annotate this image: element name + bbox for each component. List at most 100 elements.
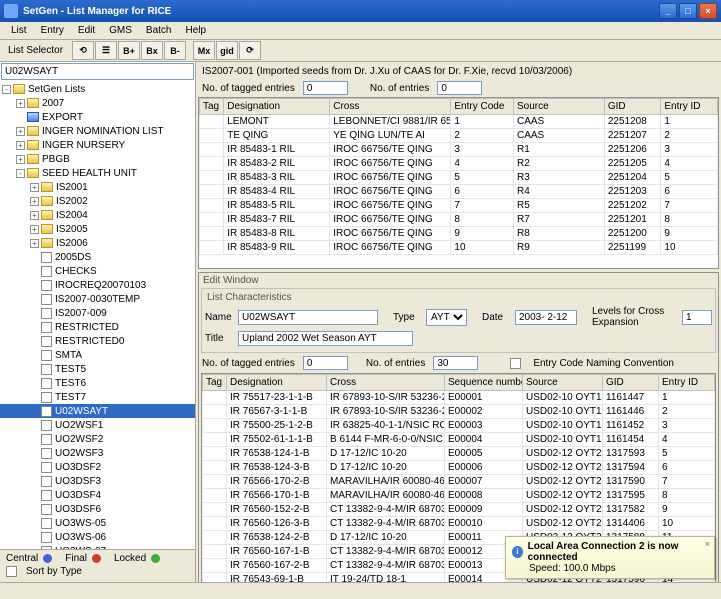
tree-node[interactable]: IS2007-009	[0, 306, 195, 320]
tree-node[interactable]: UO2WSF1	[0, 418, 195, 432]
tree-node[interactable]: UO3WS-06	[0, 530, 195, 544]
tree-node[interactable]: UO3DSF4	[0, 488, 195, 502]
table-row[interactable]: IR 75517-23-1-1-BIR 67893-10-S/IR 53236-…	[203, 391, 715, 405]
table-row[interactable]: IR 76538-124-3-BD 17-12/IC 10-20E00006US…	[203, 461, 715, 475]
toolbar-btn-0[interactable]: ⟲	[72, 41, 94, 60]
minimize-button[interactable]: _	[659, 3, 677, 19]
tree-node[interactable]: -SetGen Lists	[0, 82, 195, 96]
tree-node[interactable]: U02WSAYT	[0, 404, 195, 418]
table-row[interactable]: IR 85483-2 RILIROC 66756/TE QING4R222512…	[200, 157, 718, 171]
tree-node[interactable]: +IS2004	[0, 208, 195, 222]
expand-icon[interactable]: +	[16, 141, 25, 150]
sort-checkbox[interactable]	[6, 566, 17, 577]
table-row[interactable]: IR 85483-8 RILIROC 66756/TE QING9R822512…	[200, 227, 718, 241]
tree-node[interactable]: TEST5	[0, 362, 195, 376]
tree-node[interactable]: 2005DS	[0, 250, 195, 264]
tree-node[interactable]: +PBGB	[0, 152, 195, 166]
top-grid[interactable]: TagDesignationCrossEntry CodeSourceGIDEn…	[198, 97, 719, 269]
expand-icon[interactable]: +	[30, 239, 39, 248]
table-row[interactable]: IR 76567-3-1-1-BIR 67893-10-S/IR 53236-2…	[203, 405, 715, 419]
tree-node[interactable]: UO3DSF6	[0, 502, 195, 516]
table-row[interactable]: IR 85483-7 RILIROC 66756/TE QING8R722512…	[200, 213, 718, 227]
col-header[interactable]: Designation	[227, 375, 327, 391]
tree-node[interactable]: CHECKS	[0, 264, 195, 278]
menu-batch[interactable]: Batch	[139, 23, 179, 38]
tagged-count-input[interactable]	[303, 81, 348, 95]
type-select[interactable]: AYT	[426, 309, 467, 326]
tree-node[interactable]: +IS2005	[0, 222, 195, 236]
tree-node[interactable]: +IS2001	[0, 180, 195, 194]
col-header[interactable]: Cross	[327, 375, 445, 391]
tree-node[interactable]: -SEED HEALTH UNIT	[0, 166, 195, 180]
expand-icon[interactable]: +	[16, 155, 25, 164]
expand-icon[interactable]: -	[16, 169, 25, 178]
tree-node[interactable]: UO3WS-05	[0, 516, 195, 530]
table-row[interactable]: IR 85483-5 RILIROC 66756/TE QING7R522512…	[200, 199, 718, 213]
table-row[interactable]: IR 85483-3 RILIROC 66756/TE QING5R322512…	[200, 171, 718, 185]
tree-node[interactable]: EXPORT	[0, 110, 195, 124]
tree-node[interactable]: +2007	[0, 96, 195, 110]
selector-input[interactable]: U02WSAYT	[1, 63, 194, 80]
menu-gms[interactable]: GMS	[102, 23, 139, 38]
network-toast[interactable]: × iLocal Area Connection 2 is now connec…	[505, 536, 715, 579]
tree-node[interactable]: IROCREQ20070103	[0, 278, 195, 292]
levels-input[interactable]	[682, 310, 712, 325]
table-row[interactable]: IR 76566-170-1-BMARAVILHA/IR 60080-46 AE…	[203, 489, 715, 503]
tree-node[interactable]: TEST6	[0, 376, 195, 390]
col-header[interactable]: Tag	[200, 99, 224, 115]
col-header[interactable]: GID	[603, 375, 659, 391]
tree-node[interactable]: +IS2006	[0, 236, 195, 250]
toolbar-btn-8[interactable]: ⟳	[239, 41, 261, 60]
col-header[interactable]: Cross	[330, 99, 451, 115]
table-row[interactable]: IR 76560-126-3-BCT 13382-9-4-M/IR 68703-…	[203, 517, 715, 531]
tree-node[interactable]: +IS2002	[0, 194, 195, 208]
toolbar-btn-3[interactable]: Bx	[141, 41, 163, 60]
tree-node[interactable]: SMTA	[0, 348, 195, 362]
title-input[interactable]	[238, 331, 413, 346]
entries-count-input[interactable]	[437, 81, 482, 95]
tree-node[interactable]: UO3DSF2	[0, 460, 195, 474]
expand-icon[interactable]: +	[16, 127, 25, 136]
menu-list[interactable]: List	[4, 23, 34, 38]
table-row[interactable]: IR 85483-9 RILIROC 66756/TE QING10R92251…	[200, 241, 718, 255]
expand-icon[interactable]: +	[16, 99, 25, 108]
table-row[interactable]: IR 85483-4 RILIROC 66756/TE QING6R422512…	[200, 185, 718, 199]
toolbar-btn-4[interactable]: B-	[164, 41, 186, 60]
col-header[interactable]: Entry Code	[451, 99, 514, 115]
tree-node[interactable]: IS2007-0030TEMP	[0, 292, 195, 306]
tree[interactable]: -SetGen Lists+2007EXPORT+INGER NOMINATIO…	[0, 81, 195, 549]
name-input[interactable]	[238, 310, 378, 325]
menu-edit[interactable]: Edit	[71, 23, 102, 38]
expand-icon[interactable]: +	[30, 183, 39, 192]
table-row[interactable]: IR 75502-61-1-1-BB 6144 F-MR-6-0-0/NSIC …	[203, 433, 715, 447]
tree-node[interactable]: RESTRICTED0	[0, 334, 195, 348]
col-header[interactable]: Sequence number	[445, 375, 523, 391]
tree-node[interactable]: TEST7	[0, 390, 195, 404]
col-header[interactable]: Designation	[224, 99, 330, 115]
table-row[interactable]: IR 76566-170-2-BMARAVILHA/IR 60080-46 AE…	[203, 475, 715, 489]
expand-icon[interactable]: -	[2, 85, 11, 94]
col-header[interactable]: Tag	[203, 375, 227, 391]
toolbar-btn-1[interactable]: ☰	[95, 41, 117, 60]
close-button[interactable]: ×	[699, 3, 717, 19]
expand-icon[interactable]: +	[30, 197, 39, 206]
menu-help[interactable]: Help	[179, 23, 214, 38]
table-row[interactable]: IR 76560-152-2-BCT 13382-9-4-M/IR 68703-…	[203, 503, 715, 517]
col-header[interactable]: Entry ID	[661, 99, 718, 115]
col-header[interactable]: Entry ID	[659, 375, 715, 391]
expand-icon[interactable]: +	[30, 225, 39, 234]
table-row[interactable]: TE QINGYE QING LUN/TE AI2CAAS22512072	[200, 129, 718, 143]
tree-node[interactable]: RESTRICTED	[0, 320, 195, 334]
col-header[interactable]: Source	[523, 375, 603, 391]
table-row[interactable]: IR 76538-124-1-BD 17-12/IC 10-20E00005US…	[203, 447, 715, 461]
toast-close-icon[interactable]: ×	[705, 539, 710, 549]
col-header[interactable]: Source	[513, 99, 604, 115]
table-row[interactable]: LEMONTLEBONNET/CI 9881/IR 659-10-1CAAS22…	[200, 115, 718, 129]
toolbar-btn-2[interactable]: B+	[118, 41, 140, 60]
tree-node[interactable]: +INGER NOMINATION LIST	[0, 124, 195, 138]
toolbar-btn-6[interactable]: Mx	[193, 41, 215, 60]
edit-tagged-input[interactable]	[303, 356, 348, 370]
menu-entry[interactable]: Entry	[34, 23, 71, 38]
table-row[interactable]: IR 85483-1 RILIROC 66756/TE QING3R122512…	[200, 143, 718, 157]
convention-checkbox[interactable]	[510, 358, 521, 369]
